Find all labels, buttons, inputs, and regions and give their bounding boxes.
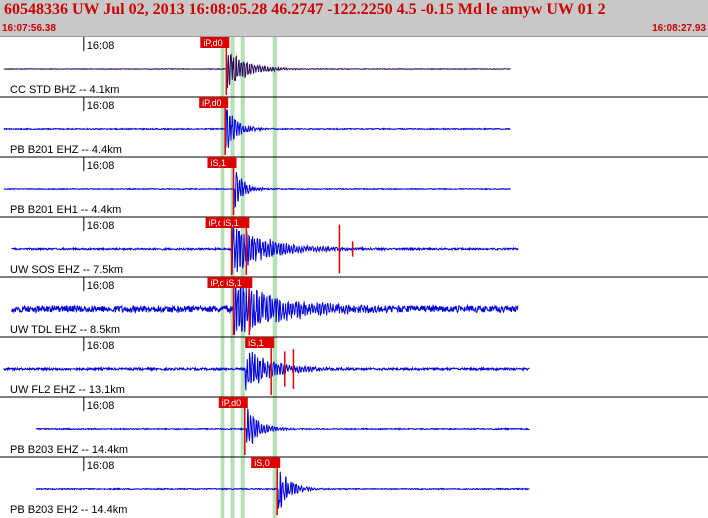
station-label: UW SOS EHZ -- 7.5km: [10, 264, 123, 276]
time-tick-label: 16:08: [87, 280, 115, 292]
time-tick-label: 16:08: [87, 40, 115, 52]
phase-pick-label: iS,1: [223, 218, 239, 228]
trace-row[interactable]: 16:08 iP,d0iS,1UW SOS EHZ -- 7.5km: [0, 216, 708, 276]
time-tick-label: 16:08: [87, 100, 115, 112]
phase-pick-label: iP,d0: [203, 38, 222, 48]
seismogram-panel[interactable]: 16:08 iP,d0 CC STD BHZ -- 4.1km 16:08 iP,d0 P…: [0, 0, 708, 518]
trace-row[interactable]: 16:08 iP,d0 PB B203 EHZ -- 14.4km: [0, 396, 708, 456]
trace-row[interactable]: 16:08 iS,1 PB B201 EH1 -- 4.4km: [0, 156, 708, 216]
trace-row[interactable]: 16:08 iP,d0 CC STD BHZ -- 4.1km: [3, 37, 511, 96]
time-tick-label: 16:08: [87, 400, 115, 412]
phase-pick-label: iS,1: [226, 278, 242, 288]
phase-pick-label: iP,d0: [222, 398, 241, 408]
phase-pick-label: iS,0: [254, 458, 270, 468]
phase-pick-label: iS,1: [248, 338, 264, 348]
trace-row[interactable]: 16:08 iP,d0iS,1UW TDL EHZ -- 8.5km: [0, 276, 708, 336]
station-label: PB B201 EHZ -- 4.4km: [10, 144, 122, 156]
phase-pick-label: iP,d0: [202, 98, 221, 108]
trace-row[interactable]: 16:08 iS,0 PB B203 EH2 -- 14.4km: [0, 456, 708, 516]
waveform-trace: [3, 172, 511, 209]
waveform-trace: [35, 471, 530, 509]
waveform-trace: [3, 109, 511, 148]
time-tick-label: 16:08: [87, 220, 115, 232]
station-label: CC STD BHZ -- 4.1km: [10, 84, 119, 96]
phase-pick-label: iS,1: [210, 158, 226, 168]
trace-row[interactable]: 16:08 iS,1 UW FL2 EHZ -- 13.1km: [0, 336, 708, 396]
station-label: PB B201 EH1 -- 4.4km: [10, 204, 121, 216]
waveform-trace: [35, 408, 530, 444]
time-tick-label: 16:08: [87, 460, 115, 472]
time-tick-label: 16:08: [87, 160, 115, 172]
time-tick-label: 16:08: [87, 340, 115, 352]
station-label: PB B203 EH2 -- 14.4km: [10, 504, 127, 516]
station-label: UW FL2 EHZ -- 13.1km: [10, 384, 125, 396]
trace-row[interactable]: 16:08 iP,d0 PB B201 EHZ -- 4.4km: [0, 96, 708, 156]
station-label: PB B203 EHZ -- 14.4km: [10, 444, 128, 456]
station-label: UW TDL EHZ -- 8.5km: [10, 324, 120, 336]
